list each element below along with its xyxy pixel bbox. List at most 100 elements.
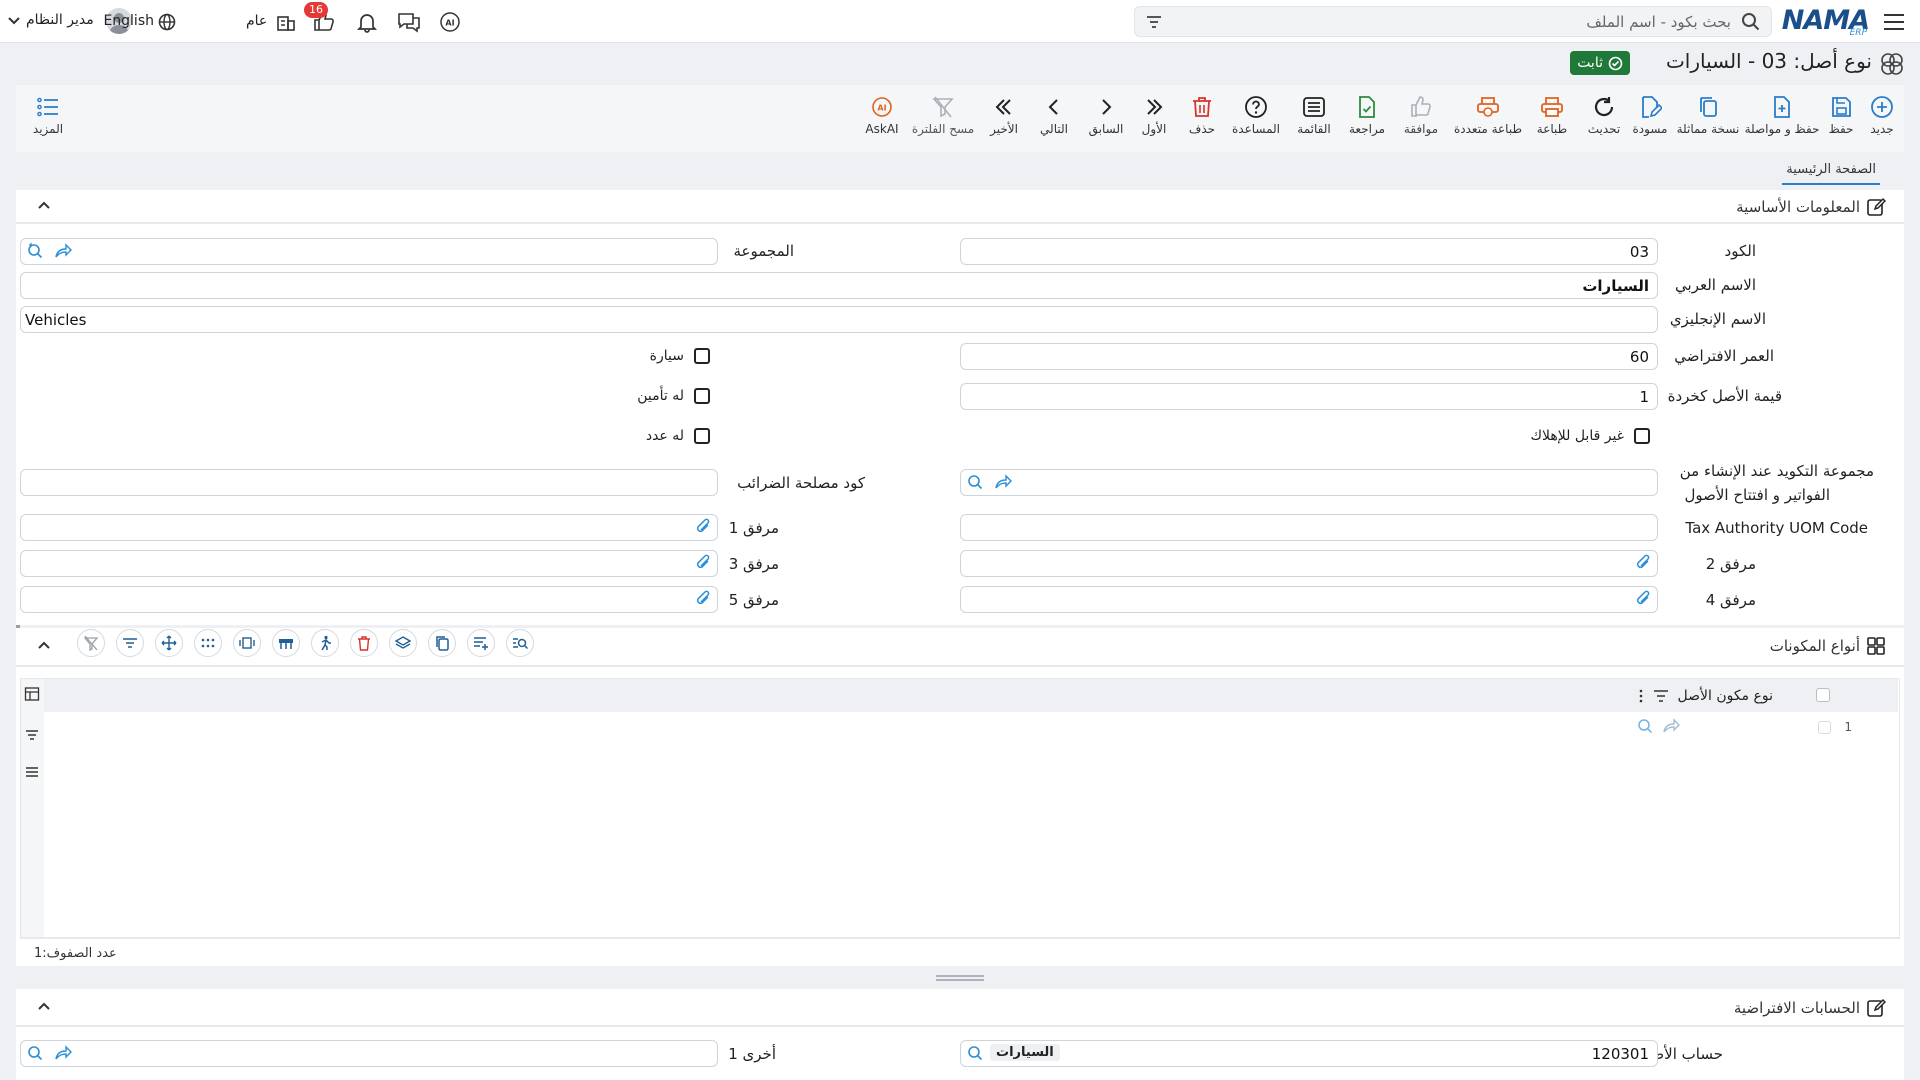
more-button[interactable]: المزيد xyxy=(24,95,72,145)
scrap-value-field[interactable]: 1 xyxy=(960,383,1658,410)
bell-icon[interactable] xyxy=(356,11,378,33)
user-name[interactable]: مدير النظام xyxy=(26,12,94,28)
car-checkbox[interactable] xyxy=(694,348,710,364)
paperclip-icon[interactable] xyxy=(694,590,712,608)
menu-lines-icon[interactable] xyxy=(24,764,40,780)
other1-field[interactable] xyxy=(20,1040,718,1067)
grid-columns-button[interactable] xyxy=(233,629,261,657)
open-link-icon[interactable] xyxy=(54,1044,72,1062)
chat-icon[interactable] xyxy=(397,11,421,33)
refresh-button[interactable]: تحديث xyxy=(1584,95,1624,145)
resize-handle[interactable] xyxy=(936,975,984,981)
filter-lines-icon[interactable] xyxy=(24,726,40,742)
attach5-field[interactable] xyxy=(20,586,718,613)
grid-table-button[interactable] xyxy=(272,629,300,657)
tax-code-field[interactable] xyxy=(20,469,718,496)
chevron-down-icon[interactable] xyxy=(8,10,20,30)
approve-button[interactable]: موافقة xyxy=(1398,95,1444,145)
open-link-icon[interactable] xyxy=(994,473,1012,491)
grid-clear-filter-button[interactable] xyxy=(77,629,105,657)
grid-add-row-button[interactable] xyxy=(467,629,495,657)
attach1-field[interactable] xyxy=(20,514,718,541)
review-button[interactable]: مراجعة xyxy=(1344,95,1390,145)
search-box[interactable] xyxy=(1134,6,1772,37)
help-button[interactable]: المساعدة xyxy=(1228,95,1284,145)
arabic-name-field[interactable]: السيارات xyxy=(20,272,1658,299)
insurance-checkbox[interactable] xyxy=(694,388,710,404)
duplicate-button[interactable]: نسخة مماثلة xyxy=(1676,95,1740,145)
new-button[interactable]: جديد xyxy=(1860,95,1904,145)
row-checkbox[interactable] xyxy=(1818,721,1831,734)
asset-account-field[interactable]: 120301 xyxy=(960,1040,1658,1067)
attach3-label: مرفق 3 xyxy=(728,555,779,573)
car-label: سيارة xyxy=(649,348,684,364)
clear-filter-button[interactable]: مسح الفلترة xyxy=(912,95,974,145)
delete-button[interactable]: حذف xyxy=(1184,95,1220,145)
language-switch[interactable]: English xyxy=(103,13,154,29)
search-refresh-icon[interactable] xyxy=(26,1044,44,1062)
grid-search-button[interactable] xyxy=(506,629,534,657)
attach4-field[interactable] xyxy=(960,586,1658,613)
grid-dots-button[interactable] xyxy=(194,629,222,657)
attach2-field[interactable] xyxy=(960,550,1658,577)
search-refresh-icon[interactable] xyxy=(966,473,984,491)
column-filter-icon[interactable] xyxy=(1653,688,1669,704)
layers-icon xyxy=(395,636,411,649)
table-settings-icon[interactable] xyxy=(24,686,40,702)
search-refresh-icon[interactable] xyxy=(26,242,44,260)
tab-main-page[interactable]: الصفحة الرئيسية xyxy=(1782,162,1880,185)
attach3-field[interactable] xyxy=(20,550,718,577)
paperclip-icon[interactable] xyxy=(694,554,712,572)
column-menu-icon[interactable] xyxy=(1638,688,1644,704)
search-input[interactable] xyxy=(1175,11,1731,33)
english-name-field[interactable]: Vehicles xyxy=(20,306,1658,333)
paperclip-icon[interactable] xyxy=(1634,554,1652,572)
print-button[interactable]: طباعة xyxy=(1532,95,1572,145)
first-label: الأول xyxy=(1141,122,1167,136)
draft-button[interactable]: مسودة xyxy=(1628,95,1672,145)
save-button[interactable]: حفظ xyxy=(1822,95,1860,145)
collapse-components-icon[interactable] xyxy=(34,636,54,656)
grid-move-button[interactable] xyxy=(155,629,183,657)
open-link-icon[interactable] xyxy=(1662,717,1680,735)
collapse-basic-info-icon[interactable] xyxy=(34,196,54,216)
non-depreciable-checkbox[interactable] xyxy=(1634,428,1650,444)
draft-label: مسودة xyxy=(1632,122,1668,136)
previous-button[interactable]: السابق xyxy=(1086,95,1126,145)
group-field[interactable] xyxy=(20,238,718,265)
refresh-label: تحديث xyxy=(1587,122,1621,136)
select-all-checkbox[interactable] xyxy=(1816,688,1830,702)
grid-run-button[interactable] xyxy=(311,629,339,657)
code-field[interactable]: 03 xyxy=(960,238,1658,265)
collapse-default-accounts-icon[interactable] xyxy=(34,997,54,1017)
multi-print-button[interactable]: طباعة متعددة xyxy=(1452,95,1524,145)
next-button[interactable]: التالي xyxy=(1034,95,1074,145)
first-button[interactable]: الأول xyxy=(1136,95,1172,145)
grid-filter-button[interactable] xyxy=(116,629,144,657)
confirm-group-field[interactable] xyxy=(960,469,1658,496)
paperclip-icon[interactable] xyxy=(1634,590,1652,608)
ai-assistant-icon[interactable]: AI xyxy=(438,10,462,34)
list-button[interactable]: القائمة xyxy=(1292,95,1336,145)
askai-button[interactable]: AI AskAI xyxy=(860,95,904,145)
hamburger-menu-icon[interactable] xyxy=(1880,8,1908,36)
filter-icon[interactable] xyxy=(1145,13,1163,31)
meter-checkbox[interactable] xyxy=(694,428,710,444)
multi-print-label: طباعة متعددة xyxy=(1454,122,1523,136)
tax-uom-field[interactable] xyxy=(960,514,1658,541)
last-button[interactable]: الأخير xyxy=(984,95,1024,145)
open-link-icon[interactable] xyxy=(54,242,72,260)
paperclip-icon[interactable] xyxy=(694,518,712,536)
default-life-field[interactable]: 60 xyxy=(960,343,1658,370)
search-refresh-icon[interactable] xyxy=(1636,717,1654,735)
search-refresh-icon[interactable] xyxy=(966,1044,984,1062)
globe-icon[interactable] xyxy=(158,13,176,31)
grid-layers-button[interactable] xyxy=(389,629,417,657)
nama-logo[interactable]: NAMA ERP xyxy=(1782,4,1871,38)
grid-delete-button[interactable] xyxy=(350,629,378,657)
grid-copy-button[interactable] xyxy=(428,629,456,657)
save-continue-button[interactable]: حفظ و مواصلة xyxy=(1744,95,1820,145)
branch-selector[interactable]: عام xyxy=(246,11,296,33)
approvals-icon[interactable]: 16 xyxy=(304,2,336,34)
search-icon[interactable] xyxy=(1741,12,1761,32)
